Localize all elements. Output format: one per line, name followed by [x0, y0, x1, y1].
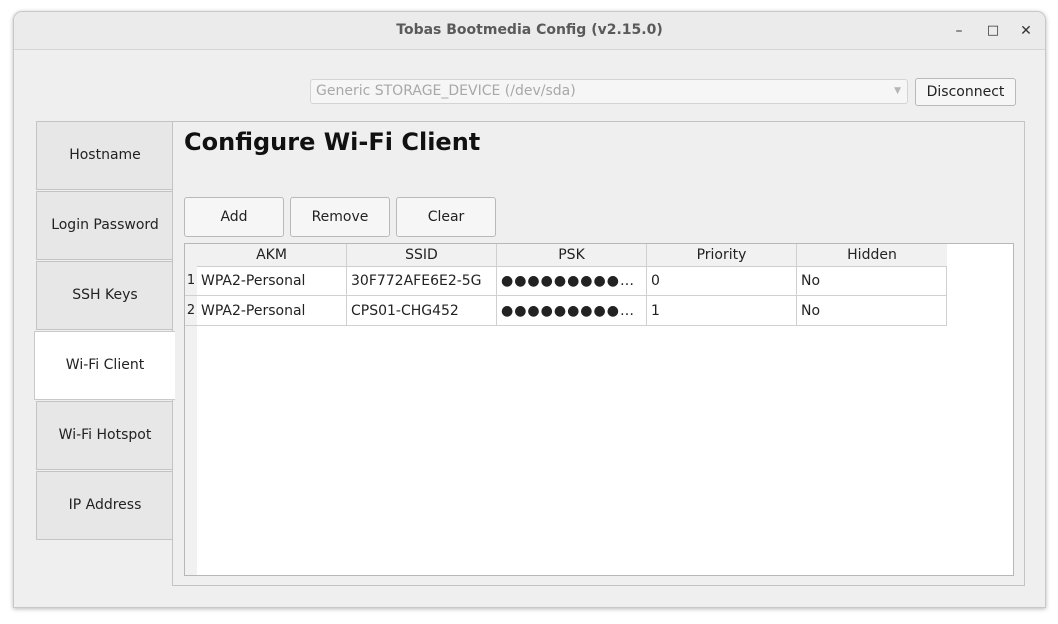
- cell-akm[interactable]: WPA2-Personal: [197, 266, 347, 296]
- column-header-ssid[interactable]: SSID: [347, 244, 497, 266]
- table-row[interactable]: 1 WPA2-Personal 30F772AFE6E2-5G ●●●●●●●●…: [185, 266, 947, 296]
- title-bar[interactable]: Tobas Bootmedia Config (v2.15.0) – □ ✕: [14, 12, 1045, 50]
- wifi-client-panel: Configure Wi-Fi Client Add Remove Clear …: [172, 121, 1025, 586]
- remove-button[interactable]: Remove: [290, 197, 390, 237]
- tab-wifi-client[interactable]: Wi-Fi Client: [34, 331, 175, 400]
- app-window: Tobas Bootmedia Config (v2.15.0) – □ ✕ G…: [13, 11, 1046, 608]
- tab-hostname[interactable]: Hostname: [36, 121, 173, 190]
- row-number[interactable]: 2: [185, 296, 197, 326]
- close-button[interactable]: ✕: [1015, 20, 1037, 42]
- cell-psk[interactable]: ●●●●●●●●●…: [497, 266, 647, 296]
- column-header-psk[interactable]: PSK: [497, 244, 647, 266]
- window-title: Tobas Bootmedia Config (v2.15.0): [396, 22, 663, 38]
- table-header: AKM SSID PSK Priority Hidden: [197, 244, 947, 267]
- cell-psk[interactable]: ●●●●●●●●●…: [497, 296, 647, 326]
- device-select: Generic STORAGE_DEVICE (/dev/sda) ▼: [310, 79, 908, 104]
- add-button[interactable]: Add: [184, 197, 284, 237]
- cell-priority[interactable]: 0: [647, 266, 797, 296]
- row-number[interactable]: 1: [185, 266, 197, 296]
- column-header-akm[interactable]: AKM: [197, 244, 347, 266]
- disconnect-button[interactable]: Disconnect: [915, 78, 1016, 106]
- cell-ssid[interactable]: 30F772AFE6E2-5G: [347, 266, 497, 296]
- chevron-down-icon: ▼: [894, 86, 901, 96]
- tab-wifi-hotspot[interactable]: Wi-Fi Hotspot: [36, 401, 173, 470]
- cell-akm[interactable]: WPA2-Personal: [197, 296, 347, 326]
- minimize-button[interactable]: –: [948, 20, 970, 42]
- tab-ssh-keys[interactable]: SSH Keys: [36, 261, 173, 330]
- cell-hidden[interactable]: No: [797, 296, 947, 326]
- page-title: Configure Wi-Fi Client: [184, 128, 481, 156]
- tab-login-password[interactable]: Login Password: [36, 191, 173, 260]
- clear-button[interactable]: Clear: [396, 197, 496, 237]
- column-header-hidden[interactable]: Hidden: [797, 244, 947, 266]
- cell-ssid[interactable]: CPS01-CHG452: [347, 296, 497, 326]
- column-header-priority[interactable]: Priority: [647, 244, 797, 266]
- device-select-value: Generic STORAGE_DEVICE (/dev/sda): [316, 83, 576, 99]
- cell-hidden[interactable]: No: [797, 266, 947, 296]
- maximize-button[interactable]: □: [982, 20, 1004, 42]
- tab-ip-address[interactable]: IP Address: [36, 471, 173, 540]
- cell-priority[interactable]: 1: [647, 296, 797, 326]
- wifi-networks-table[interactable]: AKM SSID PSK Priority Hidden 1 WPA2-Pers…: [184, 243, 1014, 576]
- table-row[interactable]: 2 WPA2-Personal CPS01-CHG452 ●●●●●●●●●… …: [185, 296, 947, 326]
